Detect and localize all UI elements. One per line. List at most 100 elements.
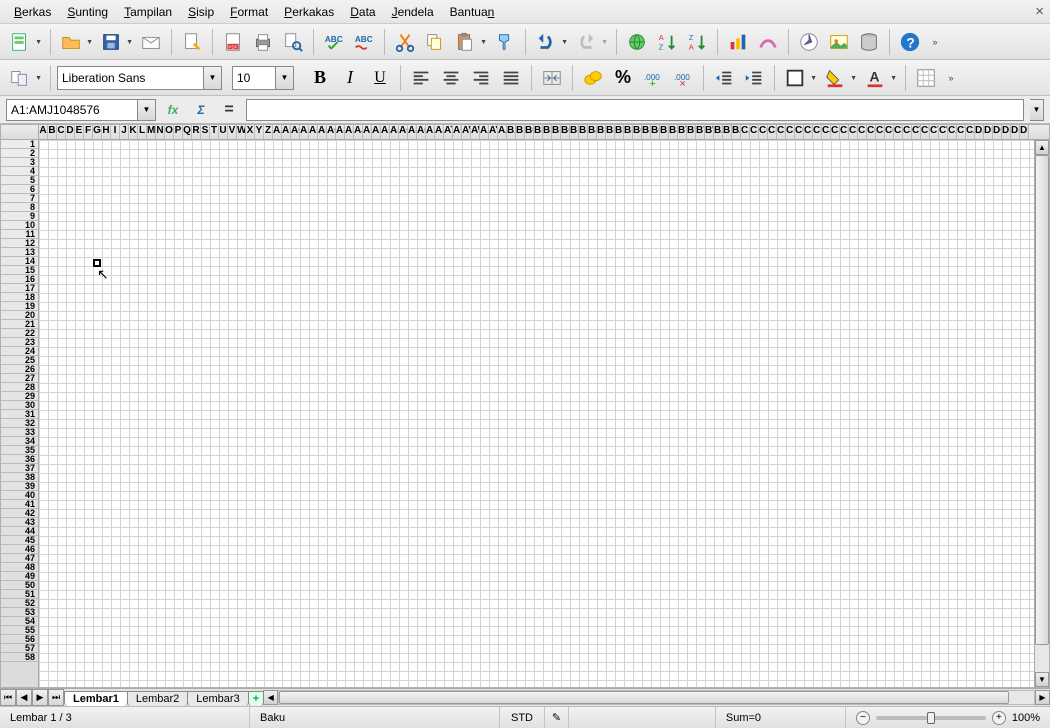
formula-input[interactable]	[246, 99, 1024, 121]
status-sig-icon[interactable]: ✎	[545, 707, 569, 728]
row-header[interactable]: 44	[1, 527, 38, 536]
col-header[interactable]: AA	[273, 125, 282, 139]
col-header[interactable]: BO	[633, 125, 642, 139]
col-header[interactable]: DD	[1002, 125, 1011, 139]
col-header[interactable]: CJ	[822, 125, 831, 139]
print-button[interactable]	[249, 28, 277, 56]
row-header[interactable]: 19	[1, 302, 38, 311]
col-header[interactable]: E	[75, 125, 84, 139]
row-header[interactable]: 55	[1, 626, 38, 635]
col-header[interactable]: AD	[300, 125, 309, 139]
col-header[interactable]: CK	[831, 125, 840, 139]
menu-sisip[interactable]: Sisip	[180, 3, 222, 21]
bgcolor-button[interactable]: ▼	[821, 64, 849, 92]
col-header[interactable]: CC	[759, 125, 768, 139]
open-button[interactable]: ▼	[57, 28, 85, 56]
col-header[interactable]: BL	[606, 125, 615, 139]
col-header[interactable]: CW	[939, 125, 948, 139]
row-header[interactable]: 3	[1, 158, 38, 167]
help-button[interactable]: ?	[896, 28, 924, 56]
row-header[interactable]: 58	[1, 653, 38, 662]
col-header[interactable]: V	[228, 125, 237, 139]
row-header[interactable]: 2	[1, 149, 38, 158]
col-header[interactable]: BV	[696, 125, 705, 139]
col-header[interactable]: X	[246, 125, 255, 139]
select-all-corner[interactable]	[1, 125, 39, 139]
col-header[interactable]: DE	[1011, 125, 1020, 139]
col-header[interactable]: AO	[399, 125, 408, 139]
col-header[interactable]: BD	[534, 125, 543, 139]
new-doc-button[interactable]: ▼	[6, 28, 34, 56]
row-header[interactable]: 48	[1, 563, 38, 572]
col-header[interactable]: O	[165, 125, 174, 139]
col-header[interactable]: A	[39, 125, 48, 139]
menu-sunting[interactable]: Sunting	[59, 3, 116, 21]
col-header[interactable]: AH	[336, 125, 345, 139]
row-header[interactable]: 51	[1, 590, 38, 599]
col-header[interactable]: AB	[282, 125, 291, 139]
row-header[interactable]: 47	[1, 554, 38, 563]
col-header[interactable]: Y	[255, 125, 264, 139]
menu-berkas[interactable]: Berkas	[6, 3, 59, 21]
cells-area[interactable]: ↖	[39, 140, 1034, 687]
col-header[interactable]: J	[120, 125, 129, 139]
row-header[interactable]: 54	[1, 617, 38, 626]
show-draw-button[interactable]	[754, 28, 782, 56]
align-center-button[interactable]	[437, 64, 465, 92]
row-header[interactable]: 56	[1, 635, 38, 644]
col-header[interactable]: AJ	[354, 125, 363, 139]
row-header[interactable]: 21	[1, 320, 38, 329]
col-header[interactable]: BN	[624, 125, 633, 139]
function-button[interactable]: =	[218, 99, 240, 121]
zoom-out-button[interactable]: −	[856, 711, 870, 725]
col-header[interactable]: AE	[309, 125, 318, 139]
row-header[interactable]: 15	[1, 266, 38, 275]
col-header[interactable]: B	[48, 125, 57, 139]
row-header[interactable]: 52	[1, 599, 38, 608]
col-header[interactable]: AM	[381, 125, 390, 139]
redo-button[interactable]: ▼	[572, 28, 600, 56]
vertical-scrollbar[interactable]: ▲ ▼	[1034, 140, 1049, 687]
row-header[interactable]: 46	[1, 545, 38, 554]
menu-jendela[interactable]: Jendela	[384, 3, 442, 21]
col-header[interactable]: BG	[561, 125, 570, 139]
row-header[interactable]: 12	[1, 239, 38, 248]
row-header[interactable]: 18	[1, 293, 38, 302]
zoom-in-button[interactable]: +	[992, 711, 1006, 725]
row-header[interactable]: 42	[1, 509, 38, 518]
col-header[interactable]: AN	[390, 125, 399, 139]
add-sheet-button[interactable]: +	[248, 691, 264, 706]
sheet-tab-1[interactable]: Lembar1	[64, 691, 128, 706]
row-header[interactable]: 37	[1, 464, 38, 473]
row-header[interactable]: 5	[1, 176, 38, 185]
row-header[interactable]: 28	[1, 383, 38, 392]
col-header[interactable]: AP	[408, 125, 417, 139]
col-header[interactable]: AQ	[417, 125, 426, 139]
menu-bantuan[interactable]: Bantuan	[442, 3, 503, 21]
row-header[interactable]: 50	[1, 581, 38, 590]
status-sum[interactable]: Sum=0	[716, 707, 846, 728]
col-header[interactable]: C	[57, 125, 66, 139]
col-header[interactable]: CD	[768, 125, 777, 139]
name-box[interactable]: A1:AMJ1048576▼	[6, 99, 156, 121]
col-header[interactable]: CU	[921, 125, 930, 139]
row-header[interactable]: 32	[1, 419, 38, 428]
col-header[interactable]: AL	[372, 125, 381, 139]
col-header[interactable]: BI	[579, 125, 588, 139]
col-header[interactable]: CG	[795, 125, 804, 139]
col-header[interactable]: DA	[975, 125, 984, 139]
col-header[interactable]: BA	[507, 125, 516, 139]
col-header[interactable]: Q	[183, 125, 192, 139]
paste-button[interactable]: ▼	[451, 28, 479, 56]
row-header[interactable]: 10	[1, 221, 38, 230]
row-header[interactable]: 29	[1, 392, 38, 401]
scroll-down-button[interactable]: ▼	[1035, 672, 1049, 687]
tab-prev-button[interactable]: ◀	[16, 689, 32, 706]
col-header[interactable]: AV	[462, 125, 471, 139]
col-header[interactable]: U	[219, 125, 228, 139]
chart-button[interactable]	[724, 28, 752, 56]
zoom-control[interactable]: − + 100%	[846, 711, 1050, 725]
row-header[interactable]: 33	[1, 428, 38, 437]
print-preview-button[interactable]	[279, 28, 307, 56]
col-header[interactable]: M	[147, 125, 156, 139]
